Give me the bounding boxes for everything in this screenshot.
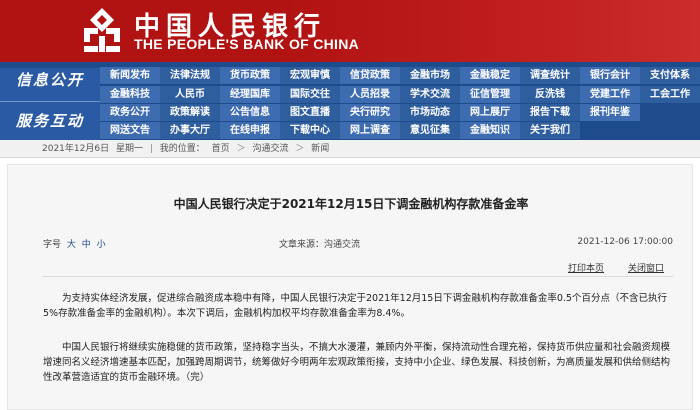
pboc-emblem-icon[interactable] [80, 6, 124, 56]
nav-item-yearbooks[interactable]: 报刊年鉴 [580, 104, 640, 121]
nav-item-online-survey[interactable]: 网上调查 [340, 122, 400, 139]
nav-item-credit-policy[interactable]: 信贷政策 [340, 67, 400, 84]
nav-item-government-affairs[interactable]: 政务公开 [100, 104, 160, 121]
breadcrumb-separator: | [149, 144, 153, 154]
nav-section-service-interaction: 服务互动 [0, 102, 100, 140]
article-divider [43, 276, 673, 277]
breadcrumb-current[interactable]: 新闻 [311, 144, 329, 154]
nav-item-union[interactable]: 工会工作 [640, 86, 700, 103]
breadcrumb-section-link[interactable]: 沟通交流 [252, 144, 288, 154]
font-size-large[interactable]: 大 [67, 240, 76, 250]
article-title: 中国人民银行决定于2021年12月15日下调金融机构存款准备金率 [173, 197, 529, 211]
nav-item-international[interactable]: 国际交往 [280, 86, 340, 103]
nav-item-rmb[interactable]: 人民币 [160, 86, 220, 103]
nav-item-research[interactable]: 央行研究 [340, 104, 400, 121]
article-date: 2021-12-06 17:00:00 [577, 237, 673, 247]
nav-item-report-download[interactable]: 报告下载 [520, 104, 580, 121]
breadcrumb-separator: ＞ [295, 144, 305, 154]
breadcrumb-separator: ＞ [236, 144, 246, 154]
article-paragraph-2: 中国人民银行将继续实施稳健的货币政策，坚持稳字当头，不搞大水漫灌，兼顾内外平衡，… [43, 342, 671, 383]
nav-item-laws[interactable]: 法律法规 [160, 67, 220, 84]
nav-item-macroprudential[interactable]: 宏观审慎 [280, 67, 340, 84]
article-source: 文章来源：沟通交流 [279, 237, 360, 250]
site-header: 中国人民银行 THE PEOPLE'S BANK OF CHINA [0, 0, 700, 62]
nav-row-1: 新闻发布 法律法规 货币政策 宏观审慎 信贷政策 金融市场 金融稳定 调查统计 … [100, 67, 700, 84]
header-glow [280, 0, 700, 62]
nav-item-download-center[interactable]: 下载中心 [280, 122, 340, 139]
print-page-link[interactable]: 打印本页 [568, 261, 604, 274]
nav-item-feedback[interactable]: 意见征集 [400, 122, 460, 139]
nav-item-about-us[interactable]: 关于我们 [520, 122, 580, 139]
breadcrumb: 2021年12月6日 星期一 | 我的位置： 首页 ＞ 沟通交流 ＞ 新闻 [0, 140, 700, 158]
nav-item-announcements[interactable]: 公告信息 [220, 104, 280, 121]
nav-item-anti-money-laundering[interactable]: 反洗钱 [520, 86, 580, 103]
nav-item-recruitment[interactable]: 人员招录 [340, 86, 400, 103]
nav-section-info-disclosure: 信息公开 [0, 68, 100, 102]
article-paragraph-1: 为支持实体经济发展，促进综合融资成本稳中有降，中国人民银行决定于2021年12月… [43, 293, 667, 319]
nav-item-online-filing[interactable]: 在线申报 [220, 122, 280, 139]
nav-item-academic[interactable]: 学术交流 [400, 86, 460, 103]
breadcrumb-home-link[interactable]: 首页 [212, 144, 230, 154]
nav-item-policy-interpretation[interactable]: 政策解读 [160, 104, 220, 121]
nav-item-monetary-policy[interactable]: 货币政策 [220, 67, 280, 84]
nav-item-fintech[interactable]: 金融科技 [100, 86, 160, 103]
nav-item-service-hall[interactable]: 办事大厅 [160, 122, 220, 139]
nav-item-financial-market[interactable]: 金融市场 [400, 67, 460, 84]
nav-item-credit-reference[interactable]: 征信管理 [460, 86, 520, 103]
breadcrumb-weekday: 星期一 [115, 144, 143, 154]
nav-item-payment-system[interactable]: 支付体系 [640, 67, 700, 84]
article-source-value: 沟通交流 [324, 240, 361, 250]
font-size-label: 字号 [43, 240, 62, 250]
breadcrumb-date: 2021年12月6日 [42, 144, 110, 154]
breadcrumb-location-label: 我的位置： [159, 144, 205, 154]
nav-item-financial-knowledge[interactable]: 金融知识 [460, 122, 520, 139]
article-panel: 中国人民银行决定于2021年12月15日下调金融机构存款准备金率 字号 大 中 … [7, 164, 693, 410]
nav-item-statistics[interactable]: 调查统计 [520, 67, 580, 84]
article-source-label: 文章来源： [279, 240, 325, 250]
nav-row-3: 政务公开 政策解读 公告信息 图文直播 央行研究 市场动态 网上展厅 报告下载 … [100, 104, 640, 121]
nav-item-document-delivery[interactable]: 网送文告 [100, 122, 160, 139]
nav-item-news-release[interactable]: 新闻发布 [100, 67, 160, 84]
nav-row-4: 网送文告 办事大厅 在线申报 下载中心 网上调查 意见征集 金融知识 关于我们 [100, 122, 580, 139]
nav-row-2: 金融科技 人民币 经理国库 国际交往 人员招录 学术交流 征信管理 反洗钱 党建… [100, 86, 700, 103]
nav-item-party-building[interactable]: 党建工作 [580, 86, 640, 103]
font-size-control: 字号 大 中 小 [43, 237, 106, 250]
nav-item-online-exhibition[interactable]: 网上展厅 [460, 104, 520, 121]
bank-name-english[interactable]: THE PEOPLE'S BANK OF CHINA [134, 36, 359, 52]
nav-item-treasury[interactable]: 经理国库 [220, 86, 280, 103]
article-meta: 字号 大 中 小 文章来源：沟通交流 2021-12-06 17:00:00 [43, 237, 673, 250]
font-size-small[interactable]: 小 [97, 240, 106, 250]
close-window-link[interactable]: 关闭窗口 [628, 261, 664, 274]
nav-item-live-coverage[interactable]: 图文直播 [280, 104, 340, 121]
nav-item-financial-stability[interactable]: 金融稳定 [460, 67, 520, 84]
main-navigation: 信息公开 服务互动 新闻发布 法律法规 货币政策 宏观审慎 信贷政策 金融市场 … [0, 62, 700, 140]
font-size-medium[interactable]: 中 [82, 240, 91, 250]
nav-item-market-news[interactable]: 市场动态 [400, 104, 460, 121]
nav-item-bank-accounting[interactable]: 银行会计 [580, 67, 640, 84]
